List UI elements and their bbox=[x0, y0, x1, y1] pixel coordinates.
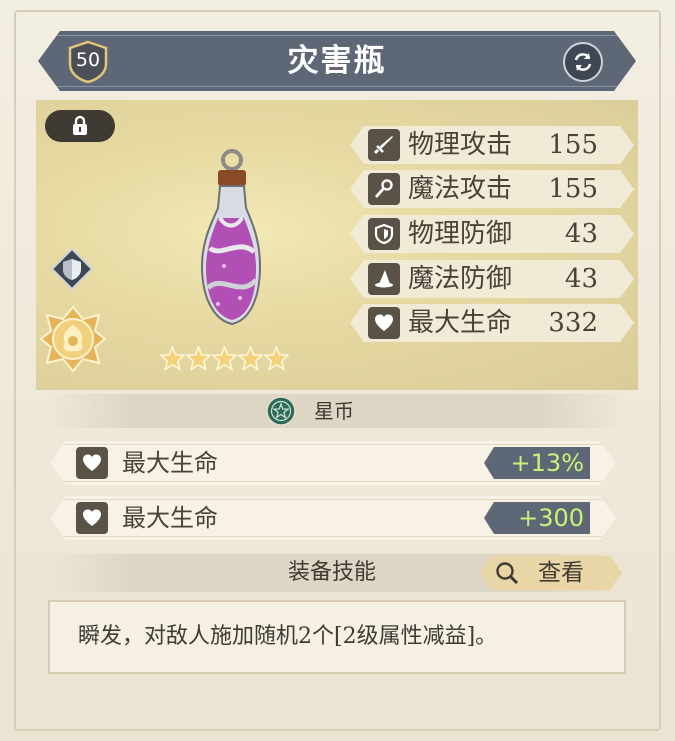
defense-type-badge-icon[interactable] bbox=[50, 247, 94, 291]
bonus-value-badge: +13% bbox=[484, 447, 590, 479]
level-badge: 50 bbox=[66, 40, 110, 84]
currency-label: 星币 bbox=[314, 399, 354, 423]
refresh-icon bbox=[574, 53, 592, 71]
wizard-hat-icon bbox=[368, 263, 400, 295]
star-icon bbox=[186, 346, 211, 371]
disaster-bottle-item-image bbox=[200, 149, 262, 326]
shield-icon bbox=[368, 218, 400, 250]
stat-magic-defense: 魔法防御 43 bbox=[350, 260, 634, 298]
item-name: 灾害瓶 bbox=[287, 43, 387, 79]
star-icon bbox=[238, 346, 263, 371]
skill-header: 装备技能 bbox=[288, 560, 377, 585]
attribute-flower-badge-icon[interactable] bbox=[39, 305, 107, 373]
heart-icon bbox=[368, 307, 400, 339]
star-icon bbox=[264, 346, 289, 371]
magnifier-icon bbox=[494, 560, 520, 586]
star-coin-icon bbox=[266, 396, 296, 426]
refresh-button[interactable] bbox=[563, 42, 603, 82]
view-skill-button[interactable]: 查看 bbox=[480, 556, 622, 590]
lock-toggle[interactable] bbox=[45, 110, 115, 142]
bonus-row: 最大生命 +13% bbox=[50, 441, 616, 485]
stat-physical-defense: 物理防御 43 bbox=[350, 215, 634, 253]
stat-magic-attack: 魔法攻击 155 bbox=[350, 170, 634, 208]
level-value: 50 bbox=[75, 49, 101, 71]
star-icon bbox=[160, 346, 185, 371]
heart-icon bbox=[76, 447, 108, 479]
sword-icon bbox=[368, 129, 400, 161]
skill-description: 瞬发，对敌人施加随机2个[2级属性减益]。 bbox=[78, 624, 498, 649]
star-icon bbox=[212, 346, 237, 371]
title-banner: 灾害瓶 bbox=[38, 31, 636, 91]
heart-icon bbox=[76, 502, 108, 534]
staff-icon bbox=[368, 173, 400, 205]
bonus-value-badge: +300 bbox=[484, 502, 590, 534]
skill-description-box: 瞬发，对敌人施加随机2个[2级属性减益]。 bbox=[48, 600, 626, 674]
stat-max-hp: 最大生命 332 bbox=[350, 304, 634, 342]
lock-icon bbox=[73, 115, 87, 135]
bonus-row: 最大生命 +300 bbox=[50, 496, 616, 540]
rarity-stars bbox=[160, 346, 292, 372]
stat-physical-attack: 物理攻击 155 bbox=[350, 126, 634, 164]
